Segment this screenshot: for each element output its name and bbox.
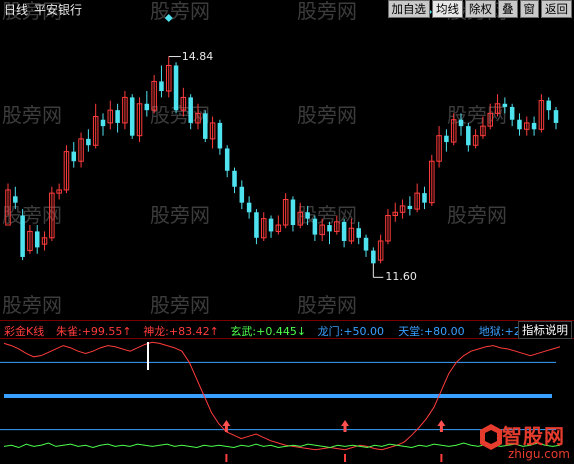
candle-body [217,122,223,149]
candle-body [502,103,508,107]
indicator-value: +99.55↑ [81,325,132,338]
candle-body [422,193,427,203]
candle-body [86,138,91,146]
candle-body [407,205,413,210]
candle-body [268,218,274,232]
candle-body [203,113,208,139]
candle-body [224,148,230,171]
candle-body [466,126,471,146]
candle-body [312,218,318,235]
indicator-value: +80.00 [423,325,465,338]
logo-icon [480,424,502,450]
indicator-label: 玄武: [230,325,257,338]
indicator-item-4: 龙门:+50.00 [318,323,384,339]
candle-body [254,212,259,238]
logo-subtitle: zhigu.com [508,447,570,461]
watermark-text: 股旁网 [150,103,210,127]
title-bar: 日线 平安银行 加自选 均线 除权叠窗返回 [0,0,574,18]
toolbar-button-0[interactable]: 加自选 [387,0,430,18]
indicator-label: 彩金K线 [4,325,45,338]
indicator-value: +0.445↓ [256,325,307,338]
watermark-text: 股旁网 [2,103,62,127]
candle-body [371,250,376,264]
candle-body [531,122,537,130]
toolbar-button-3[interactable]: 叠 [498,0,518,18]
indicator-values-bar: 彩金K线 朱雀:+99.55↑ 神龙:+83.42↑ 玄武:+0.445↓ 龙门:+50… [0,322,574,338]
candle-body [71,151,77,162]
indicator-item-5: 天堂:+80.00 [398,323,464,339]
candle-body [290,199,296,226]
indicator-item-1: 朱雀:+99.55↑ [56,323,132,339]
watermark-text: 股旁网 [297,293,357,317]
toolbar-button-2[interactable]: 除权 [465,0,496,18]
stock-name: 平安银行 [34,3,83,17]
toolbar-button-1[interactable]: 均线 [432,0,463,18]
indicator-label: 朱雀: [56,325,82,338]
candle-body [115,110,120,123]
logo-title: 智股网 [502,424,565,448]
watermark-text: 股旁网 [297,103,357,127]
candle-body [444,135,449,143]
indicator-label: 龙门: [317,325,344,338]
toolbar-button-5[interactable]: 返回 [541,0,572,18]
candle-body [232,170,237,187]
indicator-label: 地狱: [478,325,505,338]
buy-arrow [437,420,446,432]
indicator-item-3: 玄武:+0.445↓ [230,323,306,339]
indicator-label: 神龙: [143,325,169,338]
indicator-value: +83.42↑ [168,325,219,338]
candle-body [188,97,193,123]
indicator-label: 天堂: [398,325,424,338]
indicator-value: +50.00 [343,325,385,338]
indicator-item-0: 彩金K线 [4,323,44,339]
candle-body [327,225,332,232]
watermark-text: 股旁网 [2,293,62,317]
toolbar-button-4[interactable]: 窗 [519,0,539,18]
candle-body [20,215,25,257]
candle-body [458,119,464,127]
candle-body [509,106,515,120]
indicator-item-2: 神龙:+83.42↑ [143,323,219,339]
kline-chart: 股旁网 股旁网 股旁网股旁网 股旁网 股旁网 股旁网股旁网 股旁网 股旁网 股旁网股旁网 股旁网股… [0,0,574,462]
candle-body [546,100,551,111]
watermark-text: 股旁网 [150,293,210,317]
candle-body [341,221,347,241]
candle-body [553,110,559,123]
period-label: 日线 [4,3,29,17]
low-price-label: 11.60 [385,270,417,284]
high-price-label: 14.84 [181,49,214,63]
candle-body [305,212,310,219]
candle-body [363,237,369,251]
candle-body [100,119,106,127]
buy-arrow [341,420,350,432]
site-logo: 智股网 zhigu.com [478,420,572,464]
candle-body [517,119,522,130]
stock-title: 日线 平安银行 [4,1,88,18]
candle-body [34,231,40,248]
candle-body [173,65,179,111]
watermark-text: 股旁网 [447,203,507,227]
watermark-text: 股旁网 [2,203,62,227]
chart-window: 股旁网 股旁网 股旁网 股旁网 股旁网 股旁网 股旁网 股旁网 股旁网 股旁网 股旁网 股旁网 股旁网股… [0,0,574,464]
candle-body [246,202,252,213]
candle-body [159,81,164,92]
candle-body [144,103,150,111]
candle-body [129,97,135,136]
chart-toolbar: 加自选 均线 除权叠窗返回 [387,0,572,18]
indicator-help-button[interactable]: 指标说明 [518,321,572,339]
buy-arrow [222,420,231,432]
watermark-text: 股旁网 [150,203,210,227]
candle-body [356,228,361,238]
candle-body [13,196,18,203]
candle-body [239,186,245,203]
